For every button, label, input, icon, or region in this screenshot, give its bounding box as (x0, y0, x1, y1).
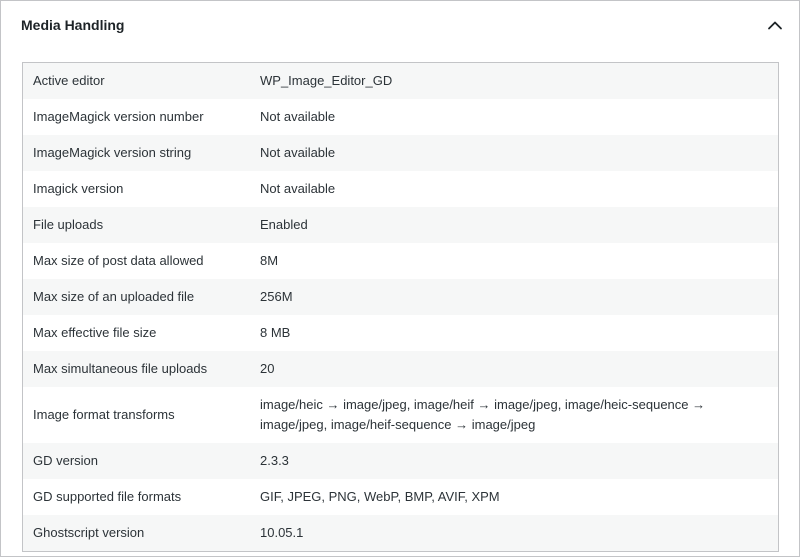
media-info-table: Active editor WP_Image_Editor_GD ImageMa… (22, 62, 779, 552)
row-label: Max size of post data allowed (22, 243, 250, 279)
row-value: GIF, JPEG, PNG, WebP, BMP, AVIF, XPM (250, 479, 779, 515)
media-handling-panel: Media Handling Active editor WP_Image_Ed… (0, 0, 800, 557)
table-row: GD version 2.3.3 (22, 443, 779, 479)
table-row: GD supported file formats GIF, JPEG, PNG… (22, 479, 779, 515)
table-row: Ghostscript version 10.05.1 (22, 515, 779, 552)
table-row: File uploads Enabled (22, 207, 779, 243)
row-label: Max size of an uploaded file (22, 279, 250, 315)
row-value: 8M (250, 243, 779, 279)
row-label: File uploads (22, 207, 250, 243)
row-label: Max effective file size (22, 315, 250, 351)
collapse-toggle-button[interactable] (763, 13, 787, 37)
table-row: Max size of an uploaded file 256M (22, 279, 779, 315)
row-value: Enabled (250, 207, 779, 243)
section-title: Media Handling (21, 17, 125, 33)
row-value: Not available (250, 99, 779, 135)
table-row: Max effective file size 8 MB (22, 315, 779, 351)
row-value: 256M (250, 279, 779, 315)
section-header-toggle[interactable]: Media Handling (1, 1, 799, 49)
row-label: Max simultaneous file uploads (22, 351, 250, 387)
row-label: Image format transforms (22, 387, 250, 443)
table-row: Active editor WP_Image_Editor_GD (22, 62, 779, 99)
table-row: ImageMagick version number Not available (22, 99, 779, 135)
row-value: Not available (250, 135, 779, 171)
table-row: Max size of post data allowed 8M (22, 243, 779, 279)
chevron-up-icon (768, 21, 782, 30)
table-row: Image format transforms image/heic → ima… (22, 387, 779, 443)
row-label: GD version (22, 443, 250, 479)
row-label: Active editor (22, 62, 250, 99)
row-value: 2.3.3 (250, 443, 779, 479)
row-value: 10.05.1 (250, 515, 779, 552)
table-row: Imagick version Not available (22, 171, 779, 207)
row-label: ImageMagick version string (22, 135, 250, 171)
row-value: WP_Image_Editor_GD (250, 62, 779, 99)
row-value: 20 (250, 351, 779, 387)
row-label: ImageMagick version number (22, 99, 250, 135)
table-row: Max simultaneous file uploads 20 (22, 351, 779, 387)
row-label: GD supported file formats (22, 479, 250, 515)
row-value: Not available (250, 171, 779, 207)
row-value: 8 MB (250, 315, 779, 351)
row-value: image/heic → image/jpeg, image/heif → im… (250, 387, 779, 443)
row-label: Ghostscript version (22, 515, 250, 552)
table-row: ImageMagick version string Not available (22, 135, 779, 171)
row-label: Imagick version (22, 171, 250, 207)
